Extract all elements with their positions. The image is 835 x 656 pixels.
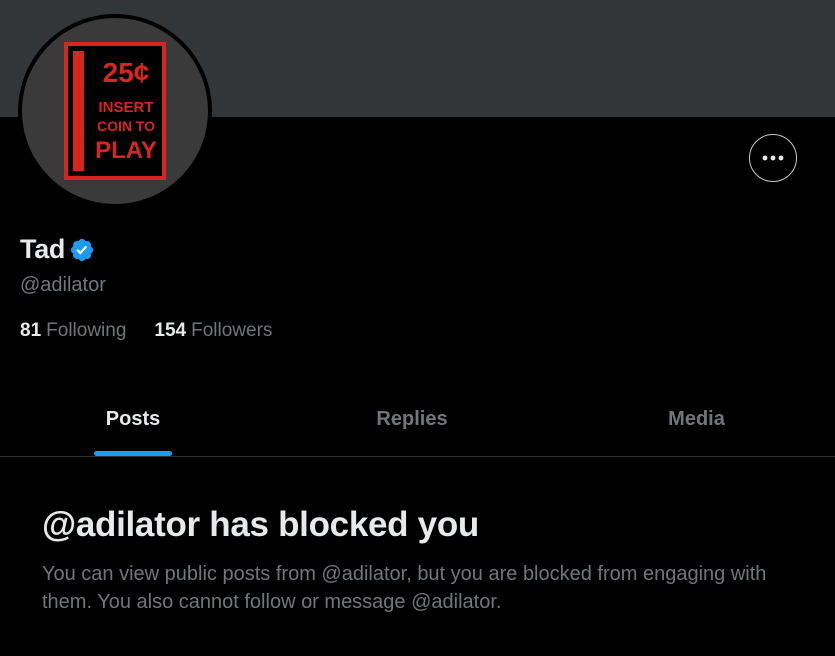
following-count: 81 <box>20 320 42 341</box>
avatar-image: 25¢ INSERT COIN TO PLAY <box>22 18 208 204</box>
tab-replies[interactable]: Replies <box>266 382 558 456</box>
avatar-line1: INSERT <box>98 99 153 116</box>
display-name: Tad <box>20 234 66 264</box>
avatar[interactable]: 25¢ INSERT COIN TO PLAY <box>18 14 212 208</box>
profile-handle: @adilator <box>20 274 106 296</box>
profile-page: 25¢ INSERT COIN TO PLAY Tad @adilator 81… <box>0 0 835 656</box>
avatar-line3: PLAY <box>95 137 157 164</box>
tab-posts[interactable]: Posts <box>0 382 266 456</box>
avatar-line2: COIN TO <box>97 118 155 134</box>
followers-label: Followers <box>191 320 273 341</box>
tab-media[interactable]: Media <box>558 382 835 456</box>
verified-badge-icon[interactable] <box>69 237 95 263</box>
following-link[interactable]: 81 Following <box>20 320 126 342</box>
more-horizontal-icon <box>762 155 784 161</box>
blocked-description: You can view public posts from @adilator… <box>42 563 767 613</box>
name-row: Tad <box>20 234 95 265</box>
following-label: Following <box>46 320 127 341</box>
blocked-title: @adilator has blocked you <box>42 505 480 544</box>
active-tab-indicator <box>94 451 172 456</box>
followers-link[interactable]: 154 Followers <box>154 320 272 342</box>
avatar-top-text: 25¢ <box>103 57 150 88</box>
profile-stats: 81 Following 154 Followers <box>20 320 300 342</box>
insert-coin-logo: 25¢ INSERT COIN TO PLAY <box>64 42 166 180</box>
profile-tabs: Posts Replies Media <box>0 382 835 457</box>
more-options-button[interactable] <box>749 134 797 182</box>
followers-count: 154 <box>154 320 187 341</box>
